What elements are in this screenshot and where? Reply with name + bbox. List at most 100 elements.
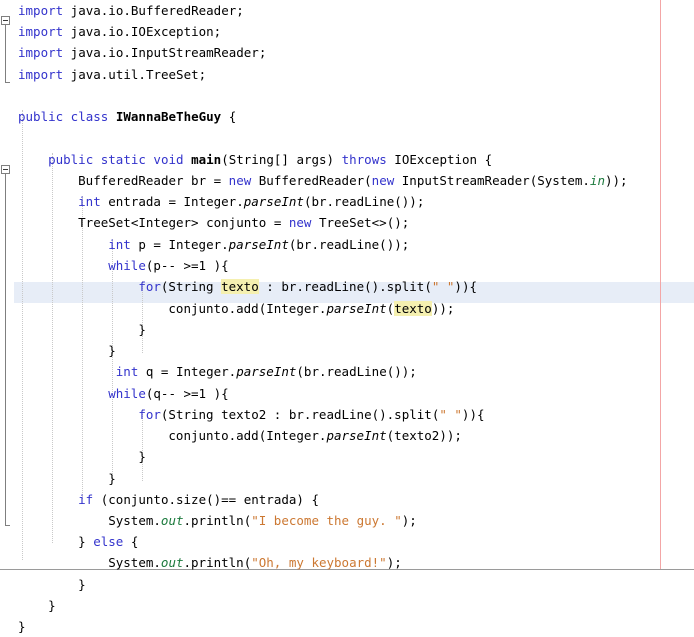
code-token: InputStreamReader(System. (394, 173, 590, 188)
code-token: System. (108, 555, 161, 570)
code-line[interactable]: public class IWannaBeTheGuy { (0, 106, 236, 127)
code-line[interactable]: } (0, 468, 116, 489)
code-line[interactable]: } (0, 319, 146, 340)
code-line[interactable]: } (0, 574, 86, 595)
code-line[interactable]: System.out.println("I become the guy. ")… (0, 510, 417, 531)
code-token: } (108, 471, 116, 486)
code-token: TreeSet<>(); (311, 215, 410, 230)
code-token: IOException { (386, 152, 493, 167)
highlighted-token: texto (221, 279, 259, 294)
code-line[interactable]: conjunto.add(Integer.parseInt(texto)); (0, 298, 454, 319)
code-token: (p-- >=1 ){ (145, 258, 229, 273)
code-token: main (191, 152, 222, 167)
code-token: (br.readLine()); (296, 364, 417, 379)
keyword-token: new (371, 173, 395, 188)
code-token: TreeSet<Integer> conjunto = (78, 215, 289, 230)
string-literal: " " (431, 279, 455, 294)
right-margin-line (660, 0, 661, 569)
code-token: } (138, 449, 146, 464)
code-token: (br.readLine()); (303, 194, 425, 209)
keyword-token: import (18, 45, 64, 60)
code-token: BufferedReader( (251, 173, 372, 188)
code-token: java.io.BufferedReader; (63, 3, 244, 18)
code-token: IWannaBeTheGuy (115, 109, 222, 124)
keyword-token: public static void (48, 152, 184, 167)
code-line[interactable]: for(String texto2 : br.readLine().split(… (0, 404, 485, 425)
code-token: } (108, 343, 116, 358)
code-token: { (123, 534, 139, 549)
code-line[interactable]: int entrada = Integer.parseInt(br.readLi… (0, 191, 424, 212)
code-line[interactable]: } (0, 616, 26, 637)
code-token: BufferedReader br = (78, 173, 229, 188)
code-token: } (18, 619, 26, 634)
keyword-token: int (78, 194, 101, 209)
string-literal: "I become the guy. " (251, 513, 402, 528)
highlighted-token: texto (394, 301, 432, 316)
code-token: q = Integer. (138, 364, 237, 379)
field-token: out (160, 555, 184, 570)
code-line[interactable]: conjunto.add(Integer.parseInt(texto2)); (0, 425, 462, 446)
code-token: .println( (183, 555, 252, 570)
code-token: )); (431, 301, 455, 316)
code-line[interactable]: } else { (0, 531, 138, 552)
code-line[interactable] (0, 127, 18, 148)
keyword-token: throws (341, 152, 387, 167)
code-line[interactable]: for(String texto : br.readLine().split("… (0, 276, 477, 297)
code-editor[interactable]: import java.io.BufferedReader; import jav… (0, 0, 694, 634)
code-line[interactable]: } (0, 595, 56, 616)
keyword-token: import (18, 24, 64, 39)
code-line[interactable]: import java.io.InputStreamReader; (0, 42, 266, 63)
keyword-token: for (138, 279, 161, 294)
code-token: conjunto.add(Integer. (168, 428, 327, 443)
code-token: : br.readLine().split( (258, 279, 432, 294)
code-line[interactable]: int q = Integer.parseInt(br.readLine()); (0, 361, 417, 382)
keyword-token: else (93, 534, 124, 549)
code-token: )){ (461, 407, 485, 422)
code-token: )); (604, 173, 628, 188)
code-line[interactable]: System.out.println("Oh, my keyboard!"); (0, 552, 402, 573)
code-token: ); (386, 555, 402, 570)
keyword-token: while (108, 386, 146, 401)
code-line[interactable] (0, 85, 18, 106)
code-line[interactable]: if (conjunto.size()== entrada) { (0, 489, 319, 510)
code-line[interactable]: while(q-- >=1 ){ (0, 383, 228, 404)
code-token: (String[] args) (221, 152, 342, 167)
code-line[interactable]: } (0, 446, 146, 467)
code-token: )){ (454, 279, 477, 294)
code-token: parseInt (236, 364, 297, 379)
code-token: (texto2)); (386, 428, 462, 443)
string-literal: " " (439, 407, 462, 422)
code-token: (br.readLine()); (288, 237, 410, 252)
code-line[interactable]: BufferedReader br = new BufferedReader(n… (0, 170, 628, 191)
code-token: entrada = Integer. (100, 194, 244, 209)
keyword-token: int (108, 237, 131, 252)
code-line[interactable]: import java.io.BufferedReader; (0, 0, 244, 21)
keyword-token: new (288, 215, 312, 230)
code-token: } (78, 577, 86, 592)
string-literal: "Oh, my keyboard!" (251, 555, 387, 570)
field-token: out (160, 513, 184, 528)
code-line[interactable]: import java.io.IOException; (0, 21, 221, 42)
keyword-token: import (18, 67, 64, 82)
code-token: parseInt (228, 237, 289, 252)
keyword-token: import (18, 3, 64, 18)
keyword-token: while (108, 258, 146, 273)
keyword-token: new (228, 173, 252, 188)
code-token: java.util.TreeSet; (63, 67, 207, 82)
code-token: parseInt (326, 428, 387, 443)
code-token: (String texto2 : br.readLine().split( (160, 407, 440, 422)
keyword-token: public class (18, 109, 109, 124)
code-line[interactable]: int p = Integer.parseInt(br.readLine()); (0, 234, 409, 255)
code-token: (conjunto.size()== entrada) { (93, 492, 319, 507)
code-line[interactable]: while(p-- >=1 ){ (0, 255, 229, 276)
code-token: .println( (183, 513, 252, 528)
code-line[interactable]: import java.util.TreeSet; (0, 64, 206, 85)
code-line[interactable]: } (0, 340, 116, 361)
code-line[interactable]: TreeSet<Integer> conjunto = new TreeSet<… (0, 212, 409, 233)
code-token: (String (160, 279, 222, 294)
code-token: conjunto.add(Integer. (168, 301, 327, 316)
code-line[interactable]: public static void main(String[] args) t… (0, 149, 492, 170)
